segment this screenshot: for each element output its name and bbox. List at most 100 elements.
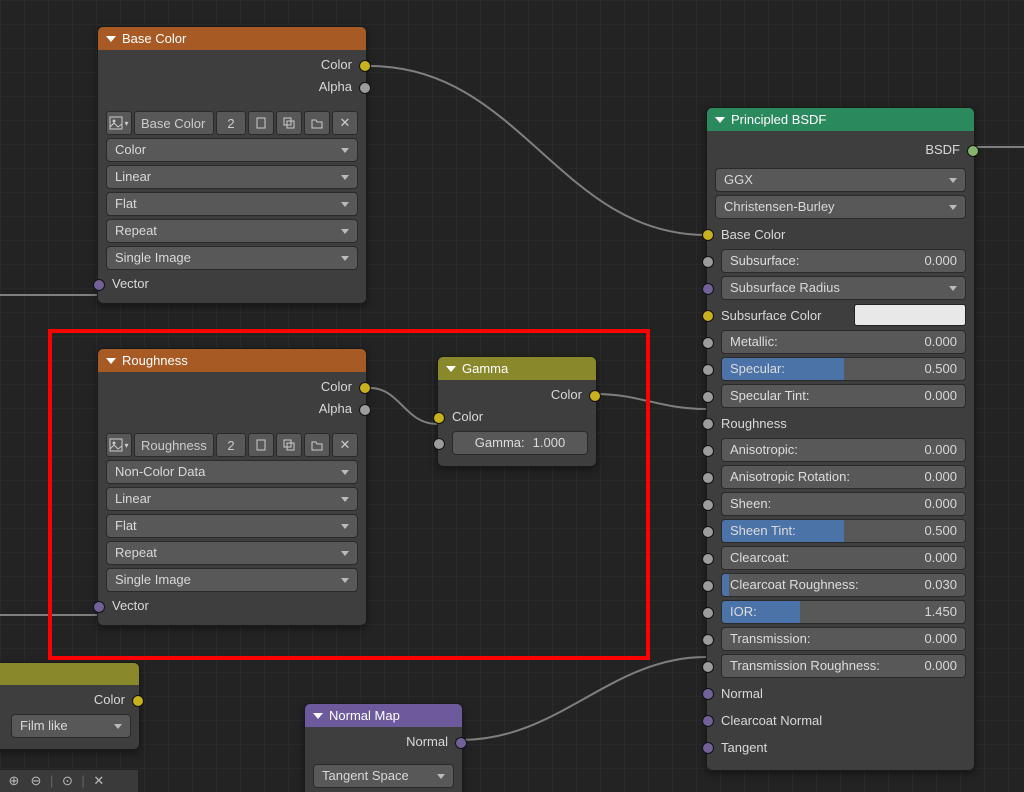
gamma-field[interactable]: Gamma:1.000 xyxy=(452,431,588,455)
subsurfColor-swatch[interactable] xyxy=(854,304,966,326)
collapse-icon[interactable] xyxy=(106,36,116,42)
socket-color[interactable] xyxy=(132,695,144,707)
socket-ccRough[interactable] xyxy=(702,580,714,592)
node-header[interactable]: Roughness xyxy=(98,349,366,372)
socket-in-color[interactable] xyxy=(433,412,445,424)
new-image-icon[interactable] xyxy=(248,111,274,135)
socket-out-color[interactable] xyxy=(589,390,601,402)
socket-specTint[interactable] xyxy=(702,391,714,403)
zoom-out-icon[interactable]: ⊖ xyxy=(28,773,44,789)
node-principled-bsdf[interactable]: Principled BSDF BSDF GGX Christensen-Bur… xyxy=(706,107,975,771)
node-header[interactable]: Gamma xyxy=(438,357,596,380)
node-header[interactable]: Principled BSDF xyxy=(707,108,974,131)
socket-subsurfRadius[interactable] xyxy=(702,283,714,295)
socket-metallic[interactable] xyxy=(702,337,714,349)
trans-field[interactable]: Transmission:0.000 xyxy=(721,627,966,651)
socket-bsdf[interactable] xyxy=(967,145,979,157)
socket-color[interactable] xyxy=(359,60,371,72)
node-normal-map[interactable]: Normal Map Normal Tangent Space xyxy=(304,703,463,792)
close-icon[interactable]: ✕ xyxy=(91,773,107,789)
subsurfRadius-select[interactable]: Subsurface Radius xyxy=(721,276,966,300)
new-image-icon[interactable] xyxy=(248,433,274,457)
ior-field[interactable]: IOR:1.450 xyxy=(721,600,966,624)
source-select[interactable]: Single Image xyxy=(106,568,358,592)
remove-icon[interactable]: ✕ xyxy=(332,433,358,457)
output-color: Color xyxy=(438,384,596,406)
socket-sheen[interactable] xyxy=(702,499,714,511)
interpolation-select[interactable]: Linear xyxy=(106,487,358,511)
socket-subsurfColor[interactable] xyxy=(702,310,714,322)
image-name-field[interactable]: Base Color xyxy=(134,111,214,135)
ccRough-field[interactable]: Clearcoat Roughness:0.030 xyxy=(721,573,966,597)
sheen-field[interactable]: Sheen:0.000 xyxy=(721,492,966,516)
node-base-color[interactable]: Base Color Color Alpha ▾ Base Color 2 ✕ … xyxy=(97,26,367,304)
socket-vector[interactable] xyxy=(93,601,105,613)
sheenTint-field[interactable]: Sheen Tint:0.500 xyxy=(721,519,966,543)
socket-gamma[interactable] xyxy=(433,438,445,450)
socket-sheenTint[interactable] xyxy=(702,526,714,538)
socket-trans[interactable] xyxy=(702,634,714,646)
node-header[interactable] xyxy=(0,663,139,685)
collapse-icon[interactable] xyxy=(313,713,323,719)
open-file-icon[interactable] xyxy=(304,111,330,135)
socket-ccNormal[interactable] xyxy=(702,715,714,727)
remove-icon[interactable]: ✕ xyxy=(332,111,358,135)
socket-color[interactable] xyxy=(359,382,371,394)
socket-anisoRot[interactable] xyxy=(702,472,714,484)
extension-select[interactable]: Repeat xyxy=(106,541,358,565)
socket-subsurf[interactable] xyxy=(702,256,714,268)
duplicate-icon[interactable] xyxy=(276,111,302,135)
projection-select[interactable]: Flat xyxy=(106,192,358,216)
transRough-field[interactable]: Transmission Roughness:0.000 xyxy=(721,654,966,678)
color-space-select[interactable]: Non-Color Data xyxy=(106,460,358,484)
input-anisoRot: Anisotropic Rotation:0.000 xyxy=(707,465,974,489)
subsurface-method-select[interactable]: Christensen-Burley xyxy=(715,195,966,219)
socket-transRough[interactable] xyxy=(702,661,714,673)
specTint-field[interactable]: Specular Tint:0.000 xyxy=(721,384,966,408)
socket-vector[interactable] xyxy=(93,279,105,291)
source-select[interactable]: Single Image xyxy=(106,246,358,270)
open-file-icon[interactable] xyxy=(304,433,330,457)
image-icon[interactable]: ▾ xyxy=(106,433,132,457)
look-select[interactable]: Film like xyxy=(11,714,131,738)
anisoRot-field[interactable]: Anisotropic Rotation:0.000 xyxy=(721,465,966,489)
extension-select[interactable]: Repeat xyxy=(106,219,358,243)
socket-tangent[interactable] xyxy=(702,742,714,754)
socket-roughness[interactable] xyxy=(702,418,714,430)
socket-normal[interactable] xyxy=(455,737,467,749)
image-user-count[interactable]: 2 xyxy=(216,433,246,457)
duplicate-icon[interactable] xyxy=(276,433,302,457)
projection-select[interactable]: Flat xyxy=(106,514,358,538)
node-roughness[interactable]: Roughness Color Alpha ▾ Roughness 2 ✕ No… xyxy=(97,348,367,626)
interpolation-select[interactable]: Linear xyxy=(106,165,358,189)
socket-normal[interactable] xyxy=(702,688,714,700)
collapse-icon[interactable] xyxy=(446,366,456,372)
node-gamma[interactable]: Gamma Color Color Gamma:1.000 xyxy=(437,356,597,467)
metallic-field[interactable]: Metallic:0.000 xyxy=(721,330,966,354)
space-select[interactable]: Tangent Space xyxy=(313,764,454,788)
zoom-in-icon[interactable]: ⊕ xyxy=(6,773,22,789)
image-user-count[interactable]: 2 xyxy=(216,111,246,135)
collapse-icon[interactable] xyxy=(106,358,116,364)
clearcoat-field[interactable]: Clearcoat:0.000 xyxy=(721,546,966,570)
socket-clearcoat[interactable] xyxy=(702,553,714,565)
socket-alpha[interactable] xyxy=(359,82,371,94)
circle-icon[interactable]: ⊙ xyxy=(59,773,75,789)
color-space-select[interactable]: Color xyxy=(106,138,358,162)
node-header[interactable]: Normal Map xyxy=(305,704,462,727)
socket-baseColor[interactable] xyxy=(702,229,714,241)
specular-field[interactable]: Specular:0.500 xyxy=(721,357,966,381)
image-name-field[interactable]: Roughness xyxy=(134,433,214,457)
node-partial-left[interactable]: Color Film like xyxy=(0,662,140,750)
collapse-icon[interactable] xyxy=(715,117,725,123)
socket-specular[interactable] xyxy=(702,364,714,376)
socket-alpha[interactable] xyxy=(359,404,371,416)
distribution-select[interactable]: GGX xyxy=(715,168,966,192)
node-header[interactable]: Base Color xyxy=(98,27,366,50)
image-icon[interactable]: ▾ xyxy=(106,111,132,135)
socket-aniso[interactable] xyxy=(702,445,714,457)
subsurf-field[interactable]: Subsurface:0.000 xyxy=(721,249,966,273)
node-title: Gamma xyxy=(462,361,508,376)
socket-ior[interactable] xyxy=(702,607,714,619)
aniso-field[interactable]: Anisotropic:0.000 xyxy=(721,438,966,462)
